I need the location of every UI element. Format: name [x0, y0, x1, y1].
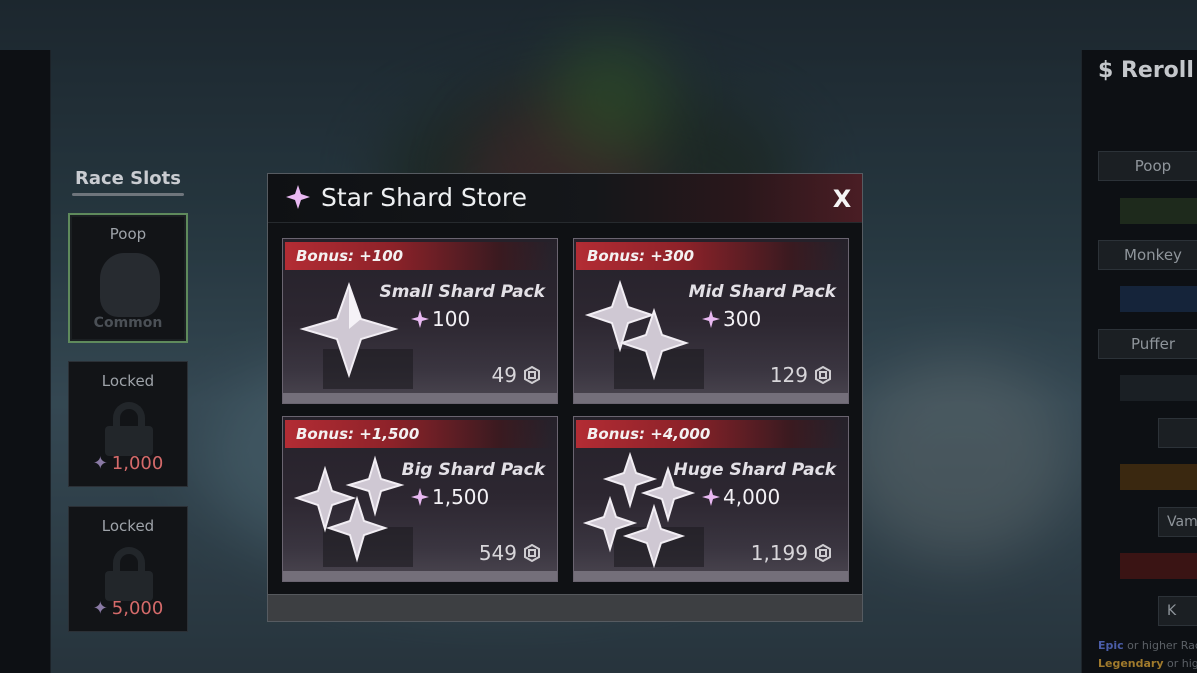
- pack-amount: 4,000: [702, 485, 780, 509]
- bonus-tag: Bonus: +300: [576, 242, 844, 270]
- pack-name: Mid Shard Pack: [688, 282, 836, 302]
- pack-name: Huge Shard Pack: [673, 460, 836, 480]
- race-slot-name: Poop: [109, 225, 147, 243]
- bonus-text: Bonus: +100: [296, 247, 404, 265]
- bonus-text: Bonus: +300: [587, 247, 695, 265]
- star-shard-icon: [286, 185, 310, 209]
- shard-pack-small[interactable]: Bonus: +100 Small Shard Pack 100 49: [282, 238, 558, 404]
- robux-icon: [524, 544, 540, 562]
- modal-title: Star Shard Store: [321, 183, 527, 212]
- reroll-option-poop[interactable]: Poop: [1098, 151, 1197, 181]
- pack-price: 1,199: [751, 541, 832, 565]
- reroll-option-small[interactable]: [1158, 418, 1197, 448]
- pack-name: Small Shard Pack: [379, 282, 545, 302]
- star-shard-icon: [702, 310, 720, 328]
- lock-icon: [105, 547, 153, 601]
- pack-name: Big Shard Pack: [401, 460, 545, 480]
- bonus-tag: Bonus: +4,000: [576, 420, 844, 448]
- race-slots-underline: [72, 193, 184, 196]
- robux-icon: [815, 544, 831, 562]
- pack-amount: 1,500: [411, 485, 489, 509]
- unlock-price: ✦ 1,000: [92, 453, 164, 474]
- reroll-option-puffer[interactable]: Puffer: [1098, 329, 1197, 359]
- pack-amount: 100: [411, 307, 470, 331]
- reroll-option-bar: [1120, 464, 1197, 490]
- bonus-text: Bonus: +4,000: [587, 425, 711, 443]
- race-slot-2-locked[interactable]: Locked ✦ 1,000: [68, 361, 188, 487]
- modal-footer: [268, 594, 862, 621]
- bonus-text: Bonus: +1,500: [296, 425, 420, 443]
- pack-price: 549: [479, 541, 541, 565]
- reroll-panel: [1081, 50, 1197, 673]
- reroll-option-vam[interactable]: Vam: [1158, 507, 1197, 537]
- star-shard-icon: ✦: [92, 598, 108, 619]
- poop-race-icon: [100, 253, 160, 317]
- pack-price: 129: [770, 363, 832, 387]
- reroll-option-bar: [1120, 375, 1197, 401]
- robux-icon: [524, 366, 540, 384]
- star-shard-icon: [411, 488, 429, 506]
- modal-header: Star Shard Store X: [268, 174, 862, 223]
- shard-stars-icon: [584, 279, 690, 381]
- star-shard-icon: [411, 310, 429, 328]
- reroll-panel-title: $ Reroll C: [1098, 58, 1197, 83]
- bonus-tag: Bonus: +100: [285, 242, 553, 270]
- unlock-price: ✦ 5,000: [92, 598, 164, 619]
- reroll-note-epic: Epic or higher Race: [1098, 639, 1197, 652]
- bonus-tag: Bonus: +1,500: [285, 420, 553, 448]
- shard-stars-icon: [293, 455, 405, 563]
- robux-icon: [815, 366, 831, 384]
- race-slot-name: Locked: [101, 372, 155, 390]
- race-slot-name: Locked: [101, 517, 155, 535]
- close-button[interactable]: X: [830, 186, 854, 212]
- race-slots-title: Race Slots: [75, 168, 181, 189]
- shard-pack-big[interactable]: Bonus: +1,500 Big Shard Pack 1,500 549: [282, 416, 558, 582]
- reroll-option-k[interactable]: K: [1158, 596, 1197, 626]
- pack-amount: 300: [702, 307, 761, 331]
- reroll-note-legendary: Legendary or highe: [1098, 657, 1197, 670]
- reroll-option-bar: [1120, 286, 1197, 312]
- star-shard-icon: ✦: [92, 453, 108, 474]
- star-shard-store-modal: Star Shard Store X Bonus: +100 Small Sha…: [267, 173, 863, 622]
- shard-pack-mid[interactable]: Bonus: +300 Mid Shard Pack 300 129: [573, 238, 849, 404]
- race-slot-3-locked[interactable]: Locked ✦ 5,000: [68, 506, 188, 632]
- shard-pack-huge[interactable]: Bonus: +4,000 Huge Shard Pack 4,000 1,19…: [573, 416, 849, 582]
- reroll-option-bar: [1120, 553, 1197, 579]
- star-shard-icon: [702, 488, 720, 506]
- left-edge-panel: [0, 50, 51, 673]
- reroll-option-bar: [1120, 198, 1197, 224]
- lock-icon: [105, 402, 153, 456]
- pack-price: 49: [492, 363, 541, 387]
- race-slot-rarity: Common: [93, 315, 163, 331]
- race-slot-1[interactable]: Poop Common: [68, 213, 188, 343]
- reroll-option-monkey[interactable]: Monkey: [1098, 240, 1197, 270]
